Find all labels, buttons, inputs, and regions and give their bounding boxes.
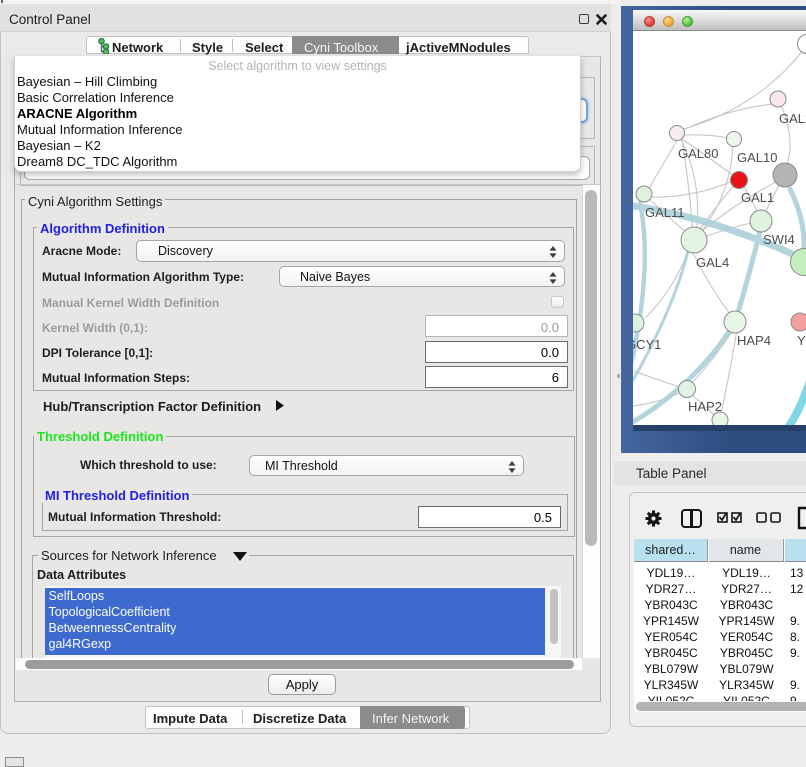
svg-text:Y: Y — [797, 333, 806, 348]
svg-text:HAP4: HAP4 — [737, 333, 771, 348]
svg-text:SWI4: SWI4 — [763, 232, 795, 247]
svg-text:GAL2: GAL2 — [779, 111, 806, 126]
svg-text:GCY1: GCY1 — [633, 337, 661, 352]
svg-text:GAL4: GAL4 — [696, 255, 729, 270]
svg-text:HAP2: HAP2 — [688, 399, 722, 414]
svg-text:GAL10: GAL10 — [737, 150, 777, 165]
svg-text:GAL80: GAL80 — [678, 146, 718, 161]
svg-text:GAL1: GAL1 — [741, 190, 774, 205]
svg-text:GAL11: GAL11 — [645, 205, 685, 220]
